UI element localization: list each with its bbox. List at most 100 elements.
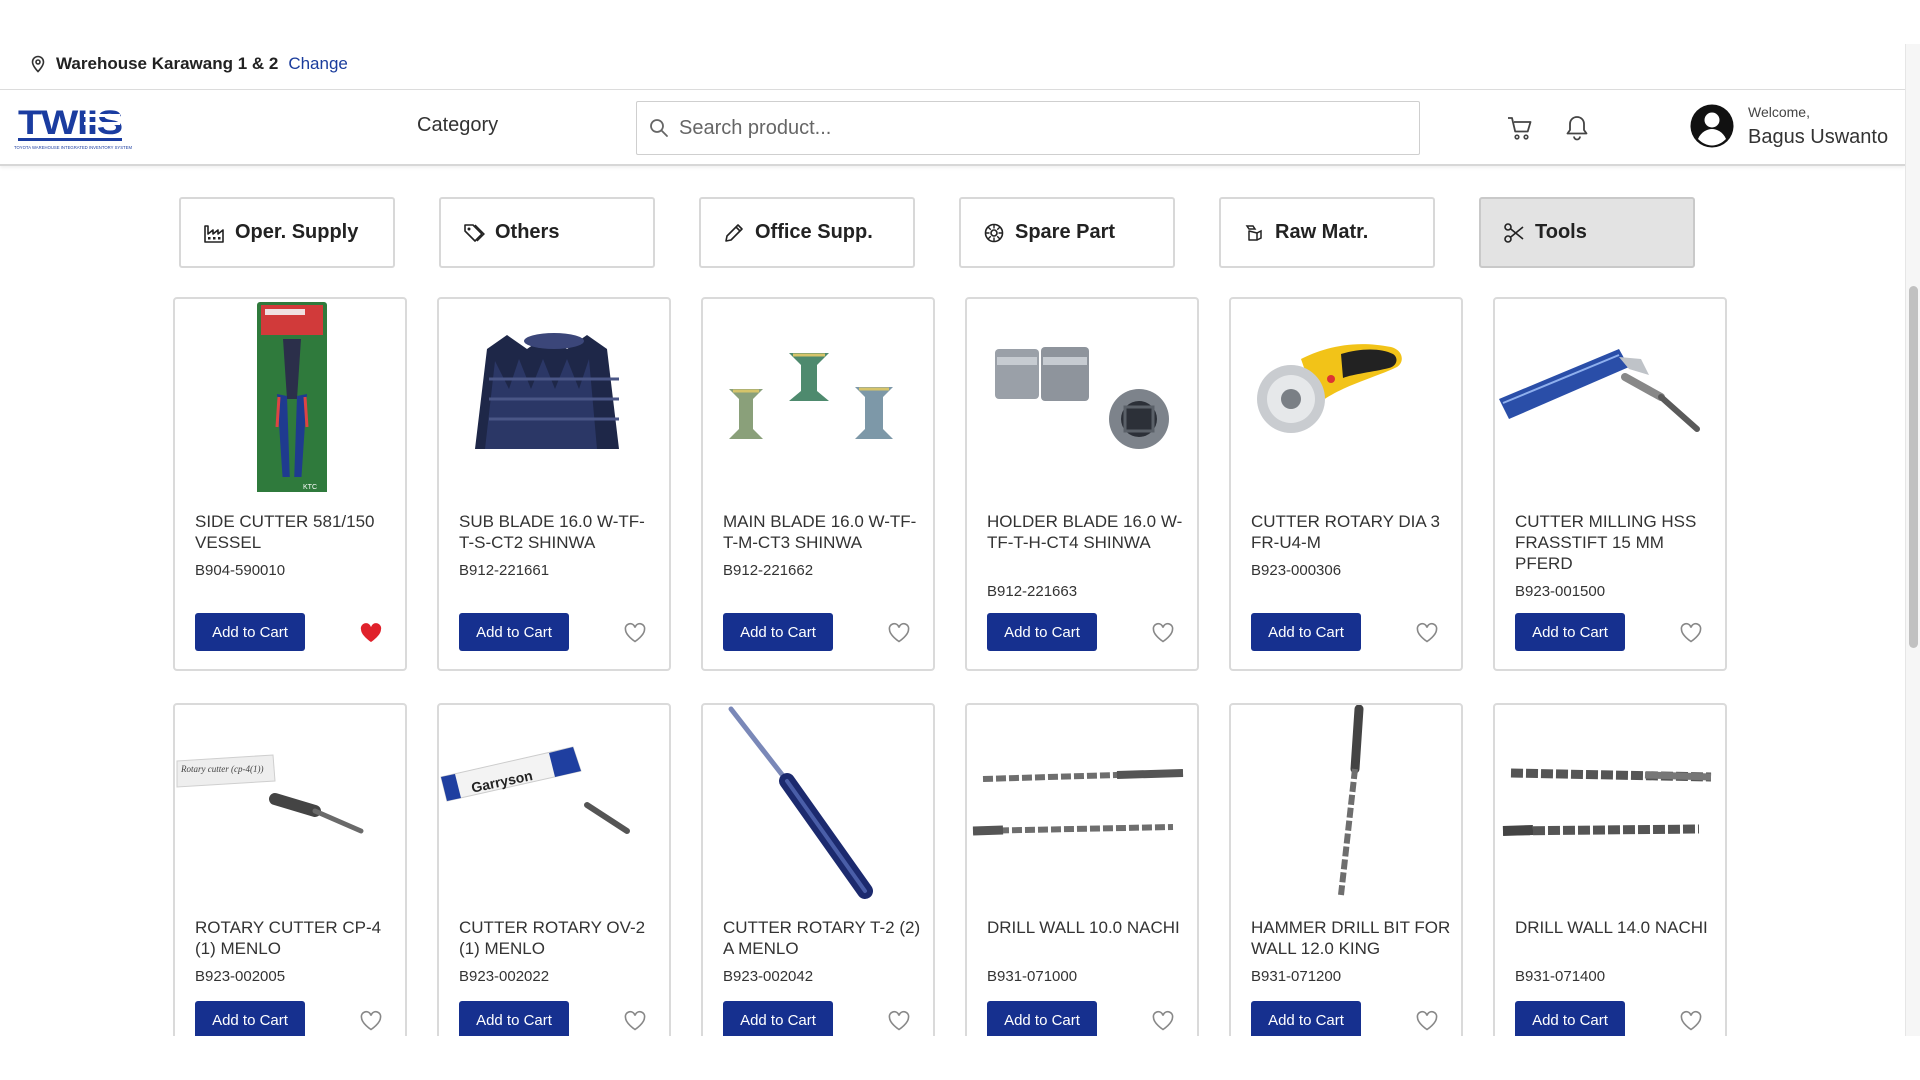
product-code: B912-221663 [987, 583, 1078, 600]
product-card[interactable]: DRILL WALL 14.0 NACHI B931-071400 Add to… [1493, 703, 1727, 1036]
add-to-cart-button[interactable]: Add to Cart [195, 1001, 305, 1036]
heart-outline-icon[interactable] [1679, 1010, 1703, 1032]
product-code: B931-071000 [987, 968, 1078, 985]
product-card[interactable]: MAIN BLADE 16.0 W-TF-T-M-CT3 SHINWA B912… [701, 297, 935, 671]
product-code: B923-002005 [195, 968, 286, 985]
twiis-logo[interactable]: TWIIS TOYOTA WAREHOUSE INTEGRATED INVENT… [14, 102, 132, 152]
heart-outline-icon[interactable] [887, 1010, 911, 1032]
product-card[interactable]: CUTTER ROTARY DIA 3 FR-U4-M B923-000306 … [1229, 297, 1463, 671]
heart-outline-icon[interactable] [359, 1010, 383, 1032]
product-card[interactable]: Rotary cutter (cp-4(1)) ROTARY CUTTER CP… [173, 703, 407, 1036]
heart-outline-icon[interactable] [1679, 622, 1703, 644]
notification-bell-icon[interactable] [1564, 114, 1590, 142]
user-name[interactable]: Bagus Uswanto [1748, 126, 1888, 149]
product-code: B931-071200 [1251, 968, 1342, 985]
add-to-cart-button[interactable]: Add to Cart [195, 613, 305, 651]
product-code: B923-001500 [1515, 583, 1606, 600]
add-to-cart-button[interactable]: Add to Cart [1251, 613, 1361, 651]
product-code: B904-590010 [195, 562, 286, 579]
raw-material-icon [1245, 224, 1262, 241]
search-input[interactable] [679, 116, 1379, 140]
category-label: Spare Part [1015, 221, 1116, 243]
browser-viewport: Warehouse Karawang 1 & 2 Change TWIIS TO… [0, 0, 1905, 1036]
product-image[interactable] [703, 705, 933, 900]
heart-outline-icon[interactable] [1151, 622, 1175, 644]
product-image[interactable] [1495, 705, 1725, 900]
heart-outline-icon[interactable] [623, 622, 647, 644]
scrollbar-thumb[interactable] [1909, 286, 1918, 648]
product-name: CUTTER MILLING HSS FRASSTIFT 15 MM PFERD [1515, 512, 1697, 573]
product-image[interactable] [703, 299, 933, 494]
location-bar: Warehouse Karawang 1 & 2 Change [0, 0, 1905, 90]
product-image[interactable] [1495, 299, 1725, 494]
product-image[interactable]: KTC [175, 299, 405, 494]
change-location-link[interactable]: Change [288, 54, 348, 74]
category-label: Others [495, 221, 560, 243]
product-code: B923-002042 [723, 968, 814, 985]
window-bottom-margin [0, 1036, 1920, 1080]
add-to-cart-button[interactable]: Add to Cart [987, 1001, 1097, 1036]
product-card[interactable]: CUTTER ROTARY T-2 (2) A MENLO B923-00204… [701, 703, 935, 1036]
add-to-cart-button[interactable]: Add to Cart [987, 613, 1097, 651]
product-image[interactable] [1231, 299, 1461, 494]
heart-outline-icon[interactable] [1151, 1010, 1175, 1032]
map-pin-icon [31, 55, 45, 73]
product-grid: KTC SIDE CUTTER 581/150 VESSEL B904-5900… [173, 297, 1727, 1036]
product-card[interactable]: KTC SIDE CUTTER 581/150 VESSEL B904-5900… [173, 297, 407, 671]
vertical-scrollbar[interactable] [1905, 44, 1920, 1036]
product-code: B923-000306 [1251, 562, 1342, 579]
product-name: CUTTER ROTARY OV-2 (1) MENLO [459, 918, 646, 958]
add-to-cart-button[interactable]: Add to Cart [723, 613, 833, 651]
product-card[interactable]: DRILL WALL 10.0 NACHI B931-071000 Add to… [965, 703, 1199, 1036]
category-tabs: Oper. Supply Others Office Supp. Spare P… [179, 197, 1695, 268]
product-name: HAMMER DRILL BIT FOR WALL 12.0 KING [1251, 918, 1451, 958]
product-name: SIDE CUTTER 581/150 VESSEL [195, 512, 375, 552]
warehouse-name: Warehouse Karawang 1 & 2 [56, 54, 279, 73]
category-tab-spare-part[interactable]: Spare Part [959, 197, 1175, 268]
category-label: Office Supp. [755, 221, 873, 243]
user-avatar-icon[interactable] [1690, 104, 1734, 148]
product-card[interactable]: HAMMER DRILL BIT FOR WALL 12.0 KING B931… [1229, 703, 1463, 1036]
heart-outline-icon[interactable] [887, 622, 911, 644]
heart-filled-icon[interactable] [359, 622, 383, 644]
product-card[interactable]: Garryson CUTTER ROTARY OV-2 (1) MENLO B9… [437, 703, 671, 1036]
product-code: B931-071400 [1515, 968, 1606, 985]
add-to-cart-button[interactable]: Add to Cart [1251, 1001, 1361, 1036]
svg-text:KTC: KTC [303, 484, 317, 491]
add-to-cart-button[interactable]: Add to Cart [459, 1001, 569, 1036]
category-tab-others[interactable]: Others [439, 197, 655, 268]
add-to-cart-button[interactable]: Add to Cart [459, 613, 569, 651]
product-image[interactable] [967, 705, 1197, 900]
category-tab-raw-matr[interactable]: Raw Matr. [1219, 197, 1435, 268]
tube-label: Rotary cutter (cp-4(1)) [180, 764, 263, 774]
category-tab-office-supp[interactable]: Office Supp. [699, 197, 915, 268]
heart-outline-icon[interactable] [623, 1010, 647, 1032]
category-label: Raw Matr. [1275, 221, 1369, 243]
product-card[interactable]: SUB BLADE 16.0 W-TF-T-S-CT2 SHINWA B912-… [437, 297, 671, 671]
shopping-cart-icon[interactable] [1506, 114, 1534, 142]
category-label: Oper. Supply [235, 221, 359, 243]
category-menu[interactable]: Category [417, 114, 498, 137]
pencil-icon [725, 223, 743, 242]
product-image[interactable]: Rotary cutter (cp-4(1)) [175, 705, 405, 900]
product-card[interactable]: HOLDER BLADE 16.0 W-TF-T-H-CT4 SHINWA B9… [965, 297, 1199, 671]
heart-outline-icon[interactable] [1415, 1010, 1439, 1032]
scissors-icon [1504, 222, 1524, 243]
tags-icon [464, 223, 485, 242]
product-image[interactable] [967, 299, 1197, 494]
product-image[interactable] [439, 299, 669, 494]
category-tab-oper-supply[interactable]: Oper. Supply [179, 197, 395, 268]
product-name: SUB BLADE 16.0 W-TF-T-S-CT2 SHINWA [459, 512, 645, 552]
add-to-cart-button[interactable]: Add to Cart [723, 1001, 833, 1036]
add-to-cart-button[interactable]: Add to Cart [1515, 613, 1625, 651]
product-image[interactable] [1231, 705, 1461, 900]
gear-icon [984, 223, 1004, 242]
add-to-cart-button[interactable]: Add to Cart [1515, 1001, 1625, 1036]
category-tab-tools[interactable]: Tools [1479, 197, 1695, 268]
heart-outline-icon[interactable] [1415, 622, 1439, 644]
product-image[interactable]: Garryson [439, 705, 669, 900]
product-code: B923-002022 [459, 968, 550, 985]
search-icon [650, 119, 668, 137]
product-card[interactable]: CUTTER MILLING HSS FRASSTIFT 15 MM PFERD… [1493, 297, 1727, 671]
product-name: CUTTER ROTARY DIA 3 FR-U4-M [1251, 512, 1440, 552]
